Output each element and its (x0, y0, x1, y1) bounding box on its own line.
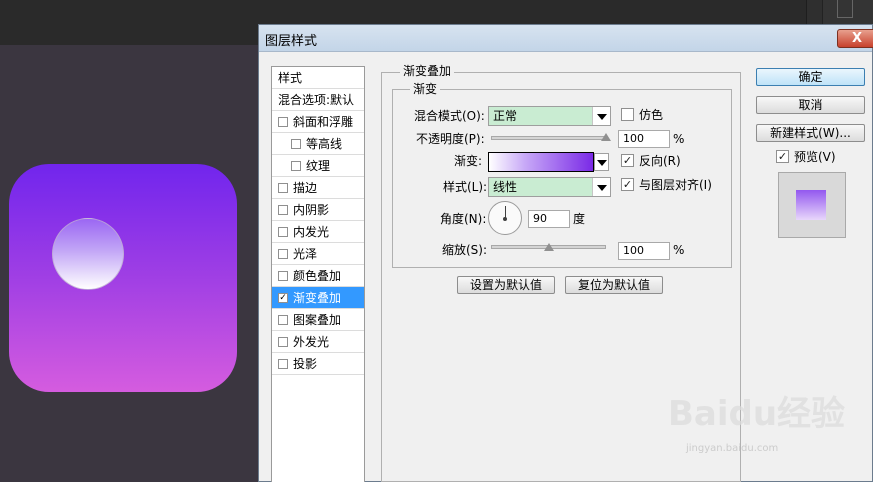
blend-mode-value: 正常 (493, 109, 518, 123)
opacity-percent: % (673, 132, 685, 146)
style-preview-swatch (796, 190, 826, 220)
gradient-dropdown-button[interactable] (594, 153, 609, 171)
scale-slider-thumb[interactable] (543, 243, 554, 251)
dialog-titlebar[interactable]: 图层样式 (259, 25, 872, 52)
gradient-overlay-title: 渐变叠加 (400, 64, 455, 78)
app-icon-preview (9, 164, 237, 392)
blend-options-item[interactable]: 混合选项:默认 (272, 89, 364, 111)
close-button[interactable]: X (837, 29, 873, 48)
style-checkbox[interactable] (278, 117, 288, 127)
style-checkbox[interactable] (278, 205, 288, 215)
angle-degree-label: 度 (573, 212, 586, 226)
style-select[interactable]: 线性 (488, 177, 611, 197)
angle-center (503, 217, 507, 221)
dither-label: 仿色 (639, 108, 664, 122)
scale-label: 缩放(S): (442, 243, 488, 257)
preview-checkbox[interactable]: ✓ (776, 150, 789, 163)
styles-item[interactable]: 纹理 (272, 155, 364, 177)
preview-label: 预览(V) (794, 150, 836, 164)
angle-input[interactable]: 90 (528, 210, 570, 228)
style-checkbox[interactable] (278, 271, 288, 281)
styles-item-label: 光泽 (293, 247, 318, 261)
styles-item-label: 外发光 (293, 335, 330, 349)
styles-item-label: 等高线 (306, 137, 343, 151)
chevron-down-icon (592, 107, 610, 125)
styles-item[interactable]: ✓ 渐变叠加 (272, 287, 364, 309)
styles-item[interactable]: 光泽 (272, 243, 364, 265)
chevron-down-icon (592, 178, 610, 196)
style-checkbox[interactable] (278, 183, 288, 193)
opacity-slider-thumb[interactable] (601, 133, 611, 141)
set-default-button[interactable]: 设置为默认值 (457, 276, 555, 294)
opacity-input[interactable]: 100 (618, 130, 670, 148)
blend-mode-label: 混合模式(O): (414, 109, 485, 123)
dialog-title: 图层样式 (265, 34, 318, 49)
styles-item-label: 内阴影 (293, 203, 330, 217)
styles-item[interactable]: 等高线 (272, 133, 364, 155)
styles-item[interactable]: 颜色叠加 (272, 265, 364, 287)
align-with-layer-checkbox[interactable]: ✓ (621, 178, 634, 191)
styles-item-label: 描边 (293, 181, 318, 195)
styles-item-label: 纹理 (306, 159, 331, 173)
styles-item-label: 斜面和浮雕 (293, 115, 354, 129)
ok-button[interactable]: 确定 (756, 68, 865, 86)
style-checkbox[interactable] (291, 161, 301, 171)
style-checkbox[interactable] (278, 359, 288, 369)
style-preview (778, 172, 846, 238)
style-checkbox[interactable] (278, 337, 288, 347)
style-checkbox[interactable] (278, 315, 288, 325)
dither-checkbox[interactable] (621, 108, 634, 121)
reverse-checkbox[interactable]: ✓ (621, 154, 634, 167)
style-checkbox[interactable] (278, 249, 288, 259)
opacity-slider-track[interactable] (491, 136, 606, 140)
cancel-button[interactable]: 取消 (756, 96, 865, 114)
styles-item-label: 内发光 (293, 225, 330, 239)
styles-item-label: 投影 (293, 357, 318, 371)
align-with-layer-label: 与图层对齐(I) (639, 178, 712, 192)
styles-item[interactable]: 外发光 (272, 331, 364, 353)
styles-item-label: 渐变叠加 (293, 291, 342, 305)
gradient-group-title: 渐变 (410, 82, 441, 96)
scale-percent: % (673, 243, 685, 257)
styles-item[interactable]: 图案叠加 (272, 309, 364, 331)
panel-button-icon (837, 0, 853, 18)
styles-item[interactable]: 内阴影 (272, 199, 364, 221)
styles-list: 样式 混合选项:默认 斜面和浮雕等高线纹理描边内阴影内发光光泽颜色叠加 ✓ 渐变叠加… (271, 66, 365, 482)
style-checkbox[interactable]: ✓ (278, 293, 288, 303)
blend-mode-select[interactable]: 正常 (488, 106, 611, 126)
style-value: 线性 (493, 180, 518, 194)
watermark-brand: Baidu经验 (668, 394, 846, 434)
styles-item-label: 颜色叠加 (293, 269, 342, 283)
gradient-label: 渐变: (454, 154, 483, 168)
styles-header[interactable]: 样式 (272, 67, 364, 89)
style-checkbox[interactable] (278, 227, 288, 237)
style-checkbox[interactable] (291, 139, 301, 149)
gradient-picker[interactable] (488, 152, 594, 172)
angle-dial[interactable] (488, 201, 522, 235)
styles-item[interactable]: 描边 (272, 177, 364, 199)
watermark-url: jingyan.baidu.com (686, 443, 779, 454)
styles-item[interactable]: 投影 (272, 353, 364, 375)
styles-item[interactable]: 斜面和浮雕 (272, 111, 364, 133)
opacity-label: 不透明度(P): (416, 132, 485, 146)
reset-default-button[interactable]: 复位为默认值 (565, 276, 663, 294)
reverse-label: 反向(R) (639, 154, 681, 168)
style-label: 样式(L): (443, 180, 488, 194)
styles-item[interactable]: 内发光 (272, 221, 364, 243)
styles-item-label: 图案叠加 (293, 313, 342, 327)
scale-input[interactable]: 100 (618, 242, 670, 260)
icon-ball (52, 218, 124, 290)
angle-label: 角度(N): (440, 212, 487, 226)
new-style-button[interactable]: 新建样式(W)... (756, 124, 865, 142)
